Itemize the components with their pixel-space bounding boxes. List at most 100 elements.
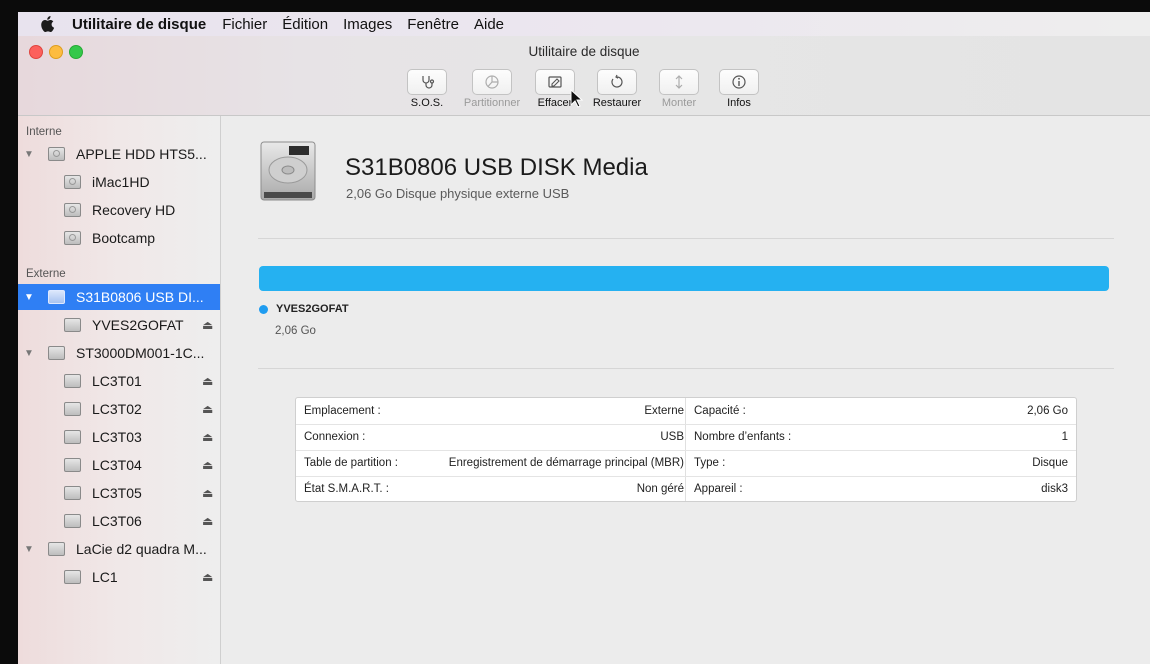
eject-icon[interactable]: ⏏ xyxy=(202,318,213,332)
sidebar-item-label: LC3T05 xyxy=(92,485,142,501)
sidebar-item-label: iMac1HD xyxy=(92,174,150,190)
partition-pie-icon xyxy=(485,75,499,89)
info-icon xyxy=(732,75,746,89)
info-row: État S.M.A.R.T. : Non géré Appareil : di… xyxy=(296,476,1076,502)
sidebar-item-label: LaCie d2 quadra M... xyxy=(76,541,207,557)
external-volume-icon xyxy=(64,374,81,388)
mount-icon xyxy=(675,75,683,89)
eject-icon[interactable]: ⏏ xyxy=(202,570,213,584)
disk-title: S31B0806 USB DISK Media xyxy=(345,154,648,181)
info-key: État S.M.A.R.T. : xyxy=(304,483,389,495)
info-row: Table de partition : Enregistrement de d… xyxy=(296,450,1076,476)
external-volume-icon xyxy=(64,402,81,416)
section-external-title: Externe xyxy=(26,268,66,280)
sidebar-item-label: LC1 xyxy=(92,569,118,585)
info-key: Capacité : xyxy=(694,405,746,417)
eject-icon[interactable]: ⏏ xyxy=(202,374,213,388)
sidebar-item-st3000dm001[interactable]: ▼ ST3000DM001-1C... xyxy=(18,340,220,366)
stethoscope-icon xyxy=(422,76,435,89)
info-value: USB xyxy=(660,431,684,443)
sidebar-item-lc3t06[interactable]: LC3T06 ⏏ xyxy=(18,508,220,534)
disk-subtitle: 2,06 Go Disque physique externe USB xyxy=(346,186,570,201)
restore-button[interactable]: Restaurer xyxy=(587,69,647,109)
mouse-cursor-icon xyxy=(570,89,584,108)
mount-button[interactable]: Monter xyxy=(649,69,709,109)
sidebar-item-label: APPLE HDD HTS5... xyxy=(76,146,207,162)
sidebar-item-label: YVES2GOFAT xyxy=(92,317,184,333)
internal-volume-icon xyxy=(64,203,81,217)
sidebar-item-lc3t04[interactable]: LC3T04 ⏏ xyxy=(18,452,220,478)
disclosure-triangle-icon[interactable]: ▼ xyxy=(24,292,34,303)
disclosure-triangle-icon[interactable]: ▼ xyxy=(24,348,34,359)
restore-icon xyxy=(611,74,623,88)
info-key: Connexion : xyxy=(304,431,366,443)
disk-utility-window: Utilitaire de disque S.O.S. Partitionner xyxy=(18,36,1150,664)
info-row: Connexion : USB Nombre d’enfants : 1 xyxy=(296,424,1076,450)
info-value: disk3 xyxy=(1041,483,1068,495)
sidebar-item-imac1hd[interactable]: iMac1HD xyxy=(18,169,220,195)
volume-size: 2,06 Go xyxy=(275,325,316,337)
sidebar-item-lc1[interactable]: LC1 ⏏ xyxy=(18,564,220,590)
menu-images[interactable]: Images xyxy=(343,16,392,33)
sos-button[interactable]: S.O.S. xyxy=(397,69,457,109)
partition-button[interactable]: Partitionner xyxy=(462,69,522,109)
menu-fenetre[interactable]: Fenêtre xyxy=(407,16,459,33)
eject-icon[interactable]: ⏏ xyxy=(202,486,213,500)
sidebar-item-lc3t05[interactable]: LC3T05 ⏏ xyxy=(18,480,220,506)
sidebar-item-yves2gofat[interactable]: YVES2GOFAT ⏏ xyxy=(18,312,220,338)
menu-fichier[interactable]: Fichier xyxy=(222,16,267,33)
divider xyxy=(258,238,1114,239)
volume-name: YVES2GOFAT xyxy=(276,303,349,315)
external-volume-icon xyxy=(64,430,81,444)
menu-bar: Utilitaire de disque Fichier Édition Ima… xyxy=(18,12,1150,36)
internal-volume-icon xyxy=(64,231,81,245)
section-internal-title: Interne xyxy=(26,126,62,138)
info-table: Emplacement : Externe Capacité : 2,06 Go… xyxy=(295,397,1077,502)
title-bar: Utilitaire de disque S.O.S. Partitionner xyxy=(18,36,1150,116)
sidebar-item-label: Bootcamp xyxy=(92,230,156,246)
info-value: Non géré xyxy=(636,483,684,495)
info-value: 1 xyxy=(1061,431,1068,443)
sos-label: S.O.S. xyxy=(410,97,444,109)
internal-volume-icon xyxy=(64,175,81,189)
window-title: Utilitaire de disque xyxy=(528,44,640,59)
sidebar-item-label: LC3T03 xyxy=(92,429,142,445)
external-disk-icon xyxy=(48,542,65,556)
sidebar-item-lc3t01[interactable]: LC3T01 ⏏ xyxy=(18,368,220,394)
disclosure-triangle-icon[interactable]: ▼ xyxy=(24,544,34,555)
info-value: Enregistrement de démarrage principal (M… xyxy=(448,457,684,469)
info-value: Disque xyxy=(1032,457,1068,469)
external-volume-icon xyxy=(64,458,81,472)
main-content: S31B0806 USB DISK Media 2,06 Go Disque p… xyxy=(221,116,1150,664)
menu-aide[interactable]: Aide xyxy=(474,16,504,33)
eject-icon[interactable]: ⏏ xyxy=(202,430,213,444)
sidebar-item-label: LC3T04 xyxy=(92,457,142,473)
sidebar-item-recovery-hd[interactable]: Recovery HD xyxy=(18,197,220,223)
sidebar-item-label: S31B0806 USB DI... xyxy=(76,289,204,305)
info-row: Emplacement : Externe Capacité : 2,06 Go xyxy=(296,398,1076,424)
menu-app-name[interactable]: Utilitaire de disque xyxy=(72,16,206,33)
apple-menu-icon[interactable] xyxy=(40,15,56,33)
sidebar-item-lc3t02[interactable]: LC3T02 ⏏ xyxy=(18,396,220,422)
usage-bar xyxy=(259,266,1109,291)
erase-icon xyxy=(548,76,562,88)
sidebar-item-lc3t03[interactable]: LC3T03 ⏏ xyxy=(18,424,220,450)
eject-icon[interactable]: ⏏ xyxy=(202,458,213,472)
menu-edition[interactable]: Édition xyxy=(282,16,328,33)
eject-icon[interactable]: ⏏ xyxy=(202,402,213,416)
sidebar-item-apple-hdd[interactable]: ▼ APPLE HDD HTS5... xyxy=(18,141,220,167)
disclosure-triangle-icon[interactable]: ▼ xyxy=(24,149,34,160)
sidebar-item-s31b0806[interactable]: ▼ S31B0806 USB DI... xyxy=(18,284,220,310)
sidebar: Interne ▼ APPLE HDD HTS5... iMac1HD Reco… xyxy=(18,116,221,664)
info-key: Type : xyxy=(694,457,726,469)
eject-icon[interactable]: ⏏ xyxy=(202,514,213,528)
info-key: Emplacement : xyxy=(304,405,381,417)
info-button[interactable]: Infos xyxy=(709,69,769,109)
external-disk-icon xyxy=(48,290,65,304)
sidebar-item-lacie-d2[interactable]: ▼ LaCie d2 quadra M... xyxy=(18,536,220,562)
info-key: Nombre d’enfants : xyxy=(694,431,792,443)
restore-label: Restaurer xyxy=(592,97,642,109)
divider xyxy=(258,368,1114,369)
sidebar-item-bootcamp[interactable]: Bootcamp xyxy=(18,225,220,251)
external-volume-icon xyxy=(64,570,81,584)
